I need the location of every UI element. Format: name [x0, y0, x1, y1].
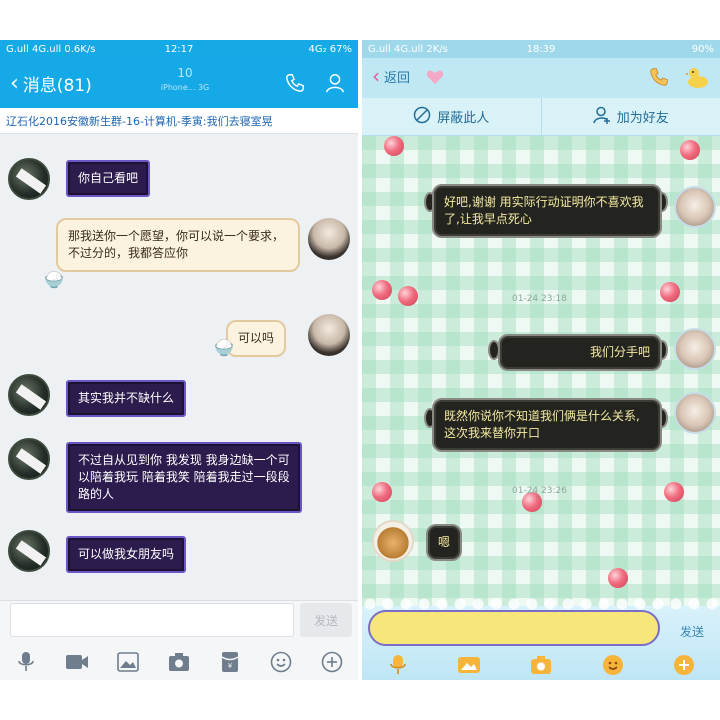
- svg-text:¥: ¥: [228, 662, 233, 670]
- chat-toolbar: [362, 650, 720, 680]
- avatar[interactable]: [8, 374, 50, 416]
- message-bubble: 不过自从见到你 我发现 我身边缺一个可以陪着我玩 陪着我笑 陪着我走过一段段路的…: [66, 442, 302, 513]
- cherry-decoration: [384, 136, 404, 156]
- right-chat-screen: G.ull 4G.ull 2K/s 18:39 90% ‹ 返回 屏蔽此人 加为…: [362, 40, 720, 680]
- duck-icon[interactable]: [684, 64, 710, 90]
- avatar[interactable]: [372, 520, 414, 562]
- message-input[interactable]: [368, 610, 660, 646]
- phone-icon[interactable]: [646, 64, 672, 90]
- cherry-decoration: [660, 282, 680, 302]
- input-area: 发送 ¥: [0, 600, 358, 680]
- message-bubble: 那我送你一个愿望，你可以说一个要求，不过分的，我都答应你: [56, 218, 300, 272]
- bowl-icon: 🍚: [214, 338, 234, 357]
- mic-icon[interactable]: [14, 650, 38, 674]
- add-user-icon: [592, 106, 611, 128]
- input-area: 发送: [362, 596, 720, 680]
- message-bubble: 其实我并不缺什么: [66, 380, 187, 417]
- avatar[interactable]: [308, 314, 350, 356]
- chevron-left-icon: ‹: [10, 70, 19, 96]
- video-icon[interactable]: [65, 650, 89, 674]
- bubble-decoration: [362, 596, 720, 610]
- send-button[interactable]: 发送: [666, 614, 718, 648]
- cherry-decoration: [608, 568, 628, 588]
- status-battery: 90%: [691, 43, 714, 55]
- back-button[interactable]: ‹ 返回: [372, 66, 410, 86]
- status-signal: G.ull 4G.ull 2K/s: [368, 43, 448, 55]
- cherry-decoration: [680, 140, 700, 160]
- avatar[interactable]: [8, 438, 50, 480]
- message-bubble: 你自己看吧: [66, 160, 151, 197]
- cherry-decoration: [372, 482, 392, 502]
- heart-icon: [422, 64, 448, 90]
- status-bar: G.ull 4G.ull 0.6K/s 12:17 4G₂ 67%: [0, 40, 358, 58]
- message-bubble: 既然你说你不知道我们俩是什么关系,这次我来替你开口: [432, 398, 662, 452]
- block-icon: [413, 106, 431, 128]
- profile-icon[interactable]: [322, 70, 348, 96]
- redpacket-icon[interactable]: ¥: [218, 650, 242, 674]
- add-friend-label: 加为好友: [616, 111, 669, 126]
- chat-header: ‹ 消息(81) 10 iPhone... 3G: [0, 58, 358, 108]
- status-signal: G.ull 4G.ull 0.6K/s: [6, 43, 96, 55]
- add-friend-button[interactable]: 加为好友: [540, 98, 720, 135]
- phone-icon[interactable]: [282, 70, 308, 96]
- photo-icon[interactable]: [457, 653, 481, 677]
- back-label: 消息(81): [22, 76, 92, 96]
- avatar[interactable]: [674, 392, 716, 434]
- message-bubble: 嗯: [426, 524, 463, 561]
- avatar[interactable]: [308, 218, 350, 260]
- cherry-decoration: [664, 482, 684, 502]
- avatar[interactable]: [674, 328, 716, 370]
- left-chat-screen: G.ull 4G.ull 0.6K/s 12:17 4G₂ 67% ‹ 消息(8…: [0, 40, 358, 680]
- bowl-icon: 🍚: [44, 270, 64, 289]
- plus-icon[interactable]: [320, 650, 344, 674]
- timestamp: 01-24 23:18: [512, 294, 567, 304]
- emoji-icon[interactable]: [269, 650, 293, 674]
- avatar[interactable]: [8, 158, 50, 200]
- avatar[interactable]: [674, 186, 716, 228]
- message-bubble: 可以做我女朋友吗: [66, 536, 187, 573]
- status-bar: G.ull 4G.ull 2K/s 18:39 90%: [362, 40, 720, 58]
- mic-icon[interactable]: [386, 653, 410, 677]
- chat-title: 10 iPhone... 3G: [110, 66, 260, 92]
- status-battery: 4G₂ 67%: [308, 43, 352, 55]
- chat-toolbar: ¥: [0, 647, 358, 677]
- image-icon[interactable]: [116, 650, 140, 674]
- message-bubble: 好吧,谢谢 用实际行动证明你不喜欢我了,让我早点死心: [432, 184, 662, 238]
- cherry-decoration: [398, 286, 418, 306]
- message-bubble: 我们分手吧: [498, 334, 662, 371]
- cherry-decoration: [372, 280, 392, 300]
- chat-subtitle: iPhone... 3G: [160, 83, 210, 92]
- plus-icon[interactable]: [672, 653, 696, 677]
- message-input[interactable]: [10, 603, 294, 637]
- camera-icon[interactable]: [529, 653, 553, 677]
- block-label: 屏蔽此人: [437, 111, 490, 126]
- screenshot-collage: G.ull 4G.ull 0.6K/s 12:17 4G₂ 67% ‹ 消息(8…: [0, 0, 720, 720]
- back-button[interactable]: ‹ 消息(81): [10, 71, 92, 96]
- chat-title-text: 10: [177, 66, 193, 80]
- chat-header: ‹ 返回: [362, 58, 720, 98]
- message-bubble: 可以吗: [226, 320, 287, 357]
- avatar[interactable]: [8, 530, 50, 572]
- back-label: 返回: [384, 70, 411, 86]
- stranger-actions: 屏蔽此人 加为好友: [362, 98, 720, 136]
- block-button[interactable]: 屏蔽此人: [362, 98, 541, 135]
- group-notice-bar[interactable]: 辽石化2016安徽新生群-16-计算机-季寅:我们去寝室晃: [0, 108, 358, 134]
- send-button[interactable]: 发送: [300, 603, 352, 637]
- timestamp: 01-24 23:26: [512, 486, 567, 496]
- chevron-left-icon: ‹: [372, 64, 380, 88]
- camera-icon[interactable]: [167, 650, 191, 674]
- emoji-icon[interactable]: [601, 653, 625, 677]
